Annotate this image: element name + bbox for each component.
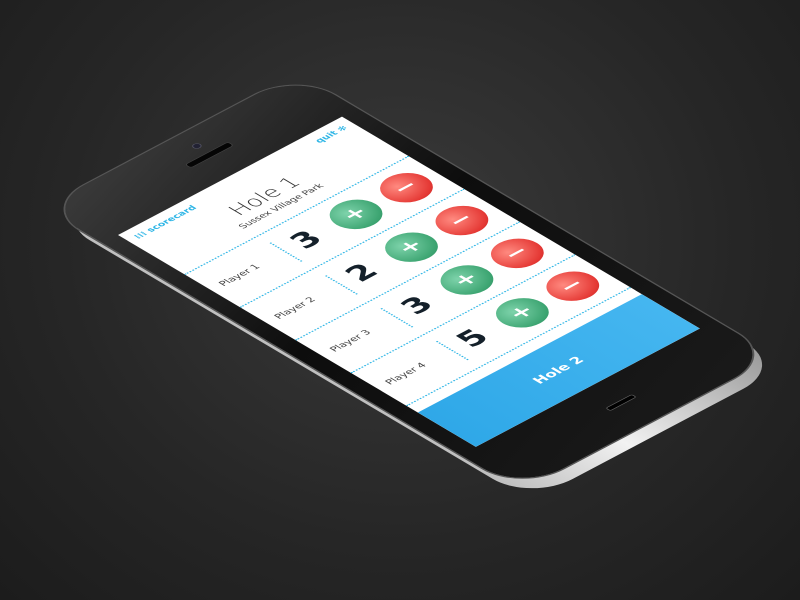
- plus-button[interactable]: +: [318, 193, 394, 236]
- player-name: Player 1: [216, 262, 264, 289]
- player-score: 2: [324, 253, 400, 295]
- minus-button[interactable]: −: [424, 199, 500, 242]
- player-score: 5: [435, 318, 511, 361]
- plus-button[interactable]: +: [374, 226, 449, 268]
- plus-button[interactable]: +: [485, 292, 560, 334]
- player-score: 3: [269, 220, 345, 262]
- minus-button[interactable]: −: [369, 166, 444, 209]
- minus-button[interactable]: −: [535, 265, 611, 307]
- player-name: Player 3: [327, 328, 374, 354]
- player-name: Player 2: [272, 295, 319, 321]
- player-name: Player 4: [382, 361, 430, 387]
- player-score: 3: [380, 285, 456, 328]
- plus-button[interactable]: +: [429, 259, 505, 301]
- minus-button[interactable]: −: [480, 232, 555, 275]
